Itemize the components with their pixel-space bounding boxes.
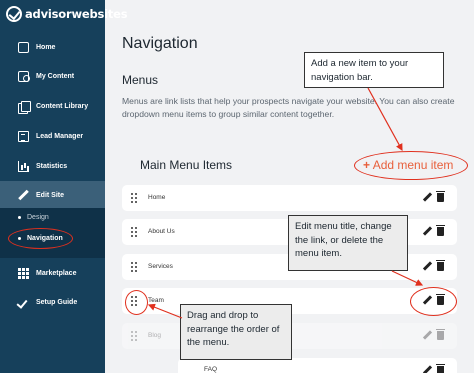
annotation-ellipse-navigation (8, 228, 73, 249)
menu-item-label: Home (148, 194, 166, 201)
drag-handle-icon[interactable] (131, 193, 138, 203)
trash-icon[interactable] (436, 260, 445, 271)
library-icon (18, 100, 31, 114)
menu-items-title: Main Menu Items (140, 158, 233, 172)
sidebar: advisorwebsites Home My Content Content … (0, 0, 128, 373)
menu-item-label: Services (148, 263, 173, 270)
sidebar-item-home[interactable]: Home (0, 33, 105, 61)
trash-icon[interactable] (436, 329, 445, 340)
trash-icon[interactable] (436, 225, 445, 236)
drag-handle-icon[interactable] (131, 262, 138, 272)
pencil-icon[interactable] (422, 226, 432, 237)
brand-name: advisorwebsites (25, 7, 128, 21)
menu-item-label: FAQ (204, 366, 218, 373)
sidebar-item-label: Setup Guide (36, 298, 78, 306)
sidebar-item-label: Marketplace (36, 269, 77, 277)
sidebar-item-my-content[interactable]: My Content (0, 62, 105, 90)
pencil-icon[interactable] (422, 365, 432, 373)
trash-icon[interactable] (436, 364, 445, 373)
bar-chart-icon (18, 160, 29, 172)
subnav-item-label: Design (27, 214, 49, 221)
sidebar-item-content-library[interactable]: Content Library (0, 92, 105, 120)
drag-handle-icon[interactable] (131, 227, 138, 237)
menu-item-label: About Us (148, 228, 175, 235)
sidebar-item-label: Content Library (36, 102, 89, 110)
sidebar-item-label: Lead Manager (36, 132, 84, 140)
sidebar-item-label: Statistics (36, 162, 68, 170)
annotation-ellipse-drag-handle (125, 290, 148, 315)
callout-edit-item: Edit menu title, change the link, or del… (288, 215, 408, 271)
sidebar-item-marketplace[interactable]: Marketplace (0, 259, 105, 287)
callout-drag: Drag and drop to rearrange the order of … (180, 304, 292, 360)
callout-add-item: Add a new item to your navigation bar. (304, 52, 444, 88)
section-title: Menus (122, 73, 159, 87)
pencil-icon[interactable] (422, 261, 432, 272)
clipboard-icon (18, 130, 29, 142)
menu-item-row-nested[interactable]: FAQ (178, 358, 457, 373)
trash-icon[interactable] (436, 191, 445, 202)
pencil-icon[interactable] (422, 192, 432, 203)
annotation-ellipse-add-item (354, 151, 468, 180)
sidebar-item-edit-site[interactable]: Edit Site (0, 181, 105, 209)
image-icon (18, 70, 30, 82)
page-title: Navigation (122, 35, 198, 52)
grid-icon (18, 267, 29, 279)
menu-item-label: Blog (148, 332, 162, 339)
bullet-icon (18, 216, 21, 219)
pencil-icon (18, 190, 29, 201)
menu-item-label: Team (148, 297, 164, 304)
drag-handle-icon[interactable] (131, 331, 138, 341)
menu-item-row[interactable]: Home (122, 185, 457, 211)
sidebar-item-label: Edit Site (36, 191, 65, 199)
check-icon (18, 297, 29, 308)
sidebar-item-label: Home (36, 43, 56, 51)
sidebar-item-label: My Content (36, 72, 75, 80)
annotation-ellipse-edit-delete (410, 287, 457, 316)
checkmark-circle-icon (6, 6, 22, 22)
pencil-icon[interactable] (422, 330, 432, 341)
home-icon (18, 41, 29, 53)
brand-logo[interactable]: advisorwebsites (6, 2, 128, 26)
sidebar-item-statistics[interactable]: Statistics (0, 152, 105, 180)
sidebar-item-lead-manager[interactable]: Lead Manager (0, 122, 105, 150)
sidebar-item-setup-guide[interactable]: Setup Guide (0, 288, 105, 316)
subnav-item-design[interactable]: Design (18, 214, 49, 221)
section-description: Menus are link lists that help your pros… (122, 96, 455, 119)
